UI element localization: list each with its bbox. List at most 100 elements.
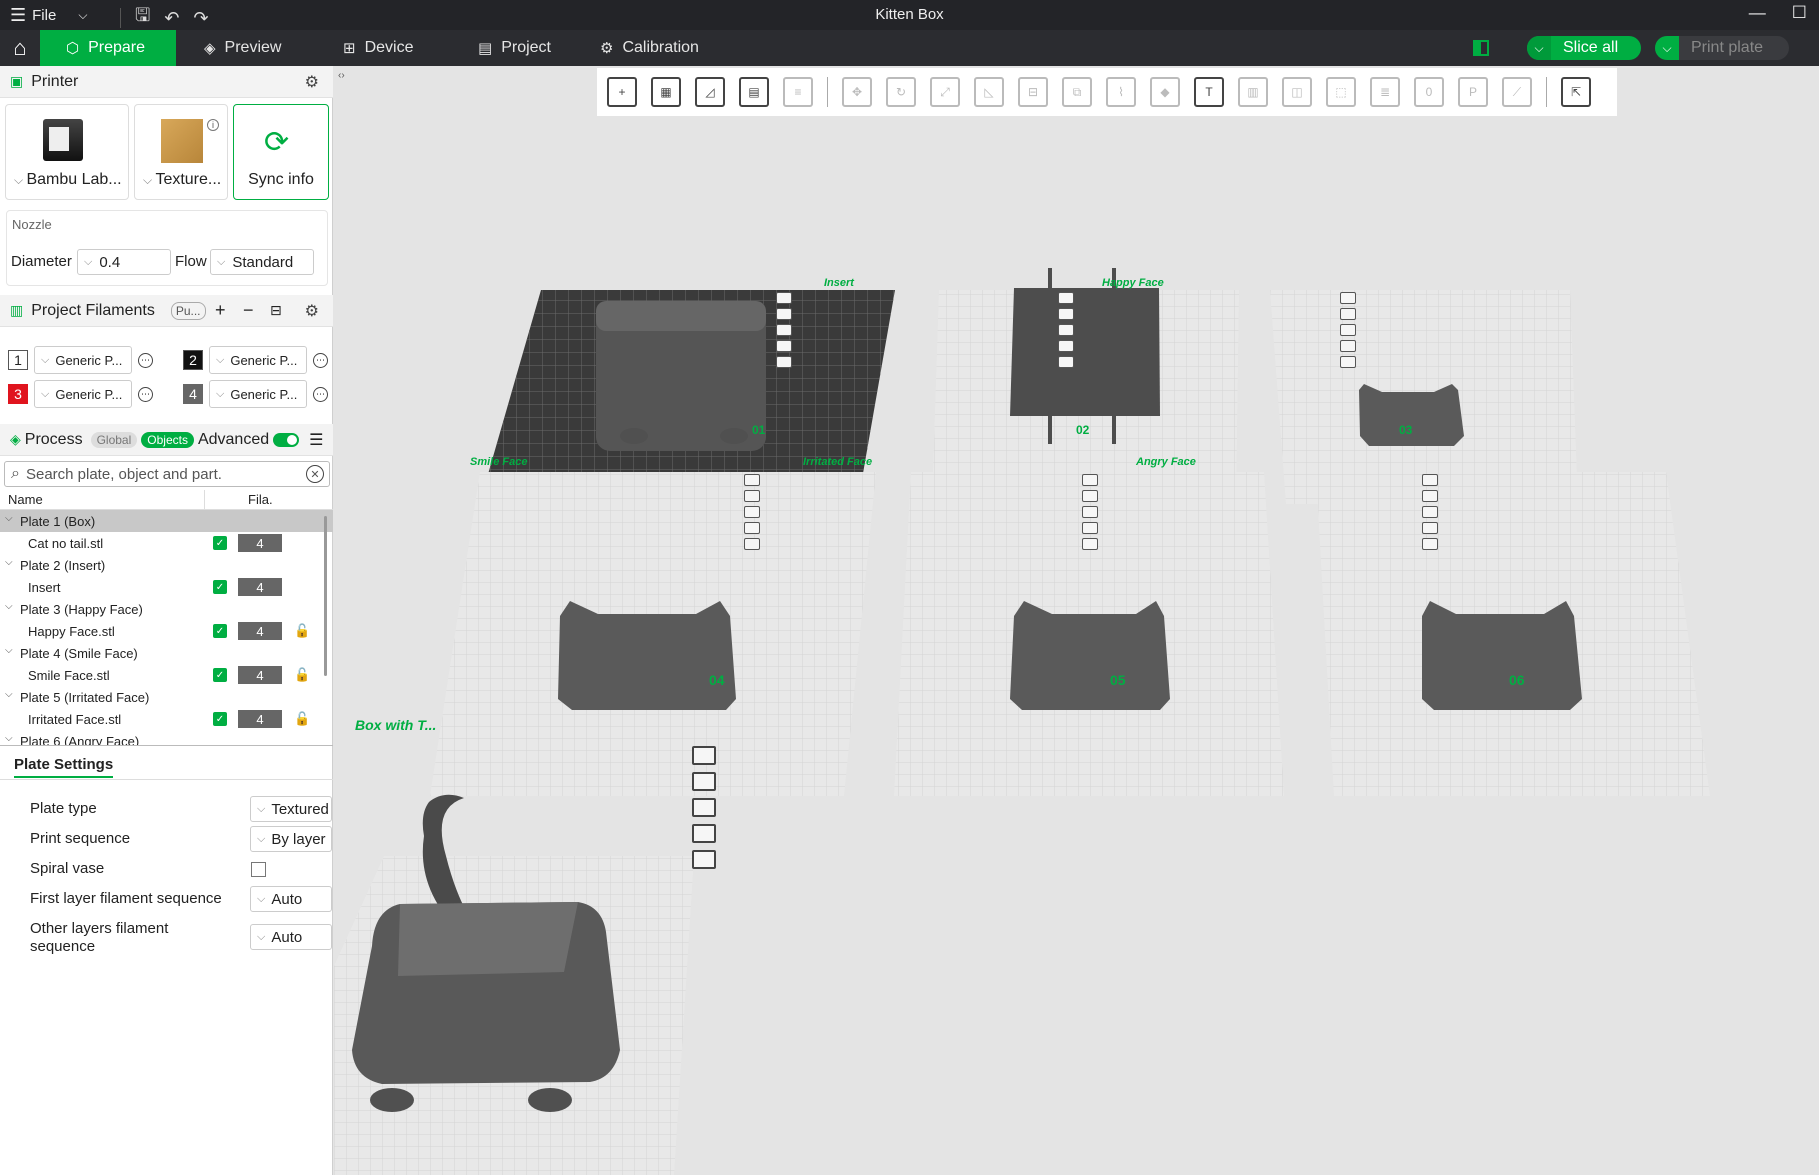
chevron-down-icon[interactable]: ⌵: [5, 689, 13, 700]
orient-icon[interactable]: [692, 772, 716, 791]
more-icon[interactable]: ⋯: [313, 386, 328, 402]
chevron-down-icon[interactable]: ⌵: [1655, 36, 1679, 60]
lock-icon[interactable]: [1422, 522, 1438, 534]
orient-icon[interactable]: [1340, 308, 1356, 320]
arrange-icon[interactable]: [1058, 324, 1074, 336]
list-icon[interactable]: ☰: [309, 430, 323, 450]
filament-slot-1[interactable]: 1 Generic P... ⋯: [8, 346, 153, 374]
arrange-icon[interactable]: [1082, 506, 1098, 518]
close-icon[interactable]: [692, 746, 716, 765]
tab-prepare[interactable]: ⬡ Prepare: [40, 30, 176, 66]
irritated-face-model[interactable]: [1010, 601, 1170, 710]
maximize-icon[interactable]: ☐: [1792, 3, 1807, 23]
plate-title[interactable]: Insert: [824, 277, 854, 289]
filament-badge[interactable]: 4: [238, 666, 282, 684]
plate-row[interactable]: ⌵ Plate 4 (Smile Face): [0, 642, 333, 664]
chevron-down-icon[interactable]: ⌵: [5, 513, 13, 524]
smile-face-model[interactable]: [558, 601, 736, 710]
global-toggle[interactable]: Global: [90, 431, 138, 448]
tab-preview[interactable]: ◈ Preview: [204, 30, 281, 66]
tab-project[interactable]: ▤ Project: [478, 30, 551, 66]
orient-icon[interactable]: [1422, 490, 1438, 502]
plate-type-card[interactable]: i Texture...: [134, 104, 228, 200]
add-icon[interactable]: +: [215, 300, 226, 321]
arrange-icon[interactable]: [1340, 324, 1356, 336]
filament-settings-icon[interactable]: ⊟: [270, 302, 282, 319]
object-row[interactable]: Insert ✓ 4: [0, 576, 333, 598]
visible-checkbox[interactable]: ✓: [213, 712, 227, 726]
settings-icon[interactable]: [744, 538, 760, 550]
print-sequence-select[interactable]: By layer: [250, 826, 332, 852]
chevron-down-icon[interactable]: ⌵: [1527, 36, 1551, 60]
scrollbar[interactable]: [324, 516, 327, 676]
lock-icon[interactable]: [776, 340, 792, 352]
tab-calibration[interactable]: ⚙ Calibration: [600, 30, 699, 66]
arrange-icon[interactable]: [692, 798, 716, 817]
lock-icon[interactable]: 🔓: [294, 711, 310, 727]
settings-icon[interactable]: [1082, 538, 1098, 550]
plate-row[interactable]: ⌵ Plate 1 (Box): [0, 510, 333, 532]
plate-title[interactable]: Irritated Face: [803, 456, 872, 468]
plate-title[interactable]: Smile Face: [470, 456, 527, 468]
more-icon[interactable]: ⋯: [313, 352, 328, 368]
close-icon[interactable]: [744, 474, 760, 486]
plate-row[interactable]: ⌵ Plate 6 (Angry Face): [0, 730, 333, 745]
advanced-switch[interactable]: [273, 432, 300, 447]
arrange-icon[interactable]: [1422, 506, 1438, 518]
arrange-icon[interactable]: [744, 506, 760, 518]
filament-slot-2[interactable]: 2 Generic P... ⋯: [183, 346, 328, 374]
filament-select[interactable]: Generic P...: [209, 346, 307, 374]
filament-select[interactable]: Generic P...: [209, 380, 307, 408]
chevron-down-icon[interactable]: ⌵: [5, 601, 13, 612]
object-row[interactable]: Cat no tail.stl ✓ 4: [0, 532, 333, 554]
gear-icon[interactable]: ⚙: [305, 72, 319, 92]
arrange-icon[interactable]: [776, 324, 792, 336]
info-icon[interactable]: i: [207, 119, 219, 131]
visible-checkbox[interactable]: ✓: [213, 580, 227, 594]
orient-icon[interactable]: [776, 308, 792, 320]
close-icon[interactable]: [1082, 474, 1098, 486]
settings-icon[interactable]: [1340, 356, 1356, 368]
clear-icon[interactable]: ✕: [306, 465, 324, 483]
filament-slot-3[interactable]: 3 Generic P... ⋯: [8, 380, 153, 408]
home-icon[interactable]: ⌂: [0, 30, 40, 66]
spiral-vase-checkbox[interactable]: [251, 862, 266, 877]
filament-badge[interactable]: 4: [238, 710, 282, 728]
visible-checkbox[interactable]: ✓: [213, 624, 227, 638]
settings-icon[interactable]: [692, 850, 716, 869]
tab-plate-settings[interactable]: Plate Settings: [14, 756, 114, 778]
other-layers-select[interactable]: Auto: [250, 924, 332, 950]
first-layer-select[interactable]: Auto: [250, 886, 332, 912]
chevron-down-icon[interactable]: ⌵: [5, 645, 13, 656]
lock-icon[interactable]: 🔓: [294, 623, 310, 639]
object-row[interactable]: Smile Face.stl ✓ 4 🔓: [0, 664, 333, 686]
insert-model[interactable]: [1010, 288, 1160, 416]
close-icon[interactable]: [1058, 292, 1074, 304]
orient-icon[interactable]: [1082, 490, 1098, 502]
slice-all-button[interactable]: ⌵ Slice all: [1527, 36, 1641, 60]
multi-device-icon[interactable]: [1473, 40, 1489, 56]
remove-icon[interactable]: −: [243, 300, 254, 321]
more-icon[interactable]: ⋯: [138, 352, 153, 368]
plate-scene[interactable]: [334, 66, 1819, 1175]
lock-icon[interactable]: [1058, 340, 1074, 352]
close-icon[interactable]: [1340, 292, 1356, 304]
print-plate-button[interactable]: ⌵ Print plate: [1655, 36, 1789, 60]
chevron-down-icon[interactable]: ⌵: [5, 557, 13, 568]
more-icon[interactable]: ⋯: [138, 386, 153, 402]
visible-checkbox[interactable]: ✓: [213, 668, 227, 682]
flow-select[interactable]: Standard: [210, 249, 314, 275]
search-box[interactable]: ⌕ Search plate, object and part. ✕: [4, 461, 330, 487]
gear-icon[interactable]: ⚙: [305, 301, 319, 321]
filament-slot-4[interactable]: 4 Generic P... ⋯: [183, 380, 328, 408]
printer-select-card[interactable]: Bambu Lab...: [5, 104, 129, 200]
object-row[interactable]: Irritated Face.stl ✓ 4 🔓: [0, 708, 333, 730]
close-icon[interactable]: [1422, 474, 1438, 486]
filament-badge[interactable]: 4: [238, 622, 282, 640]
close-icon[interactable]: [776, 292, 792, 304]
angry-face-model[interactable]: [1422, 601, 1582, 710]
lock-icon[interactable]: [1082, 522, 1098, 534]
plate-row[interactable]: ⌵ Plate 5 (Irritated Face): [0, 686, 333, 708]
settings-icon[interactable]: [1058, 356, 1074, 368]
settings-icon[interactable]: [776, 356, 792, 368]
